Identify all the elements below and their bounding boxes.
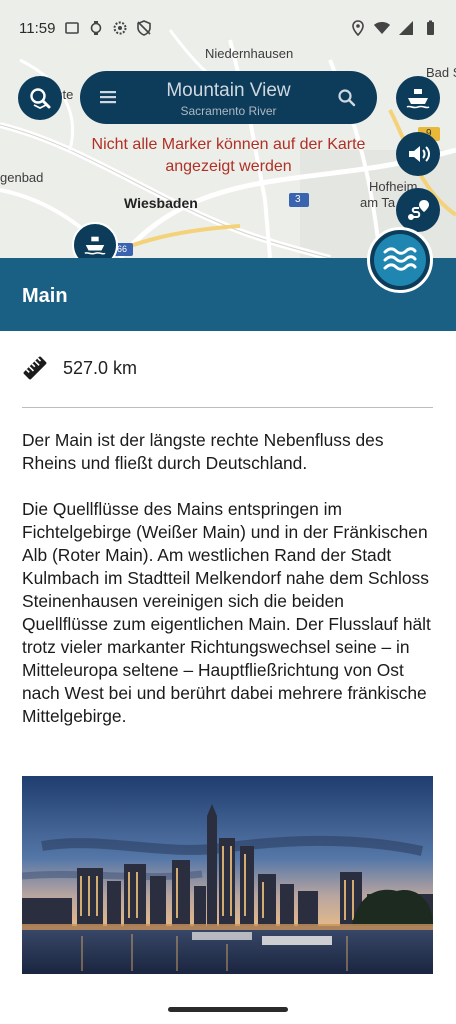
- volume-icon: [409, 146, 430, 162]
- location-icon: [352, 20, 364, 36]
- status-notification-icons: [64, 20, 152, 36]
- map-label-am-ta: am Ta: [360, 195, 396, 210]
- water-type-badge: [374, 234, 426, 286]
- description-intro: Der Main ist der längste rechte Nebenflu…: [22, 430, 384, 473]
- shield-off-icon: [137, 20, 151, 36]
- ferry-icon: [406, 89, 430, 109]
- search-subtitle: Sacramento River: [180, 104, 277, 118]
- description-body: Die Quellflüsse des Mains entspringen im…: [22, 499, 431, 726]
- search-bar[interactable]: Mountain View Sacramento River: [80, 71, 377, 124]
- search-title: Mountain View: [166, 80, 291, 101]
- map-label-bad-s: Bad S: [426, 65, 456, 80]
- status-bar: 11:59: [0, 0, 456, 56]
- divider: [22, 407, 433, 408]
- wifi-icon: [374, 22, 390, 34]
- skyline-image: [22, 776, 433, 974]
- battery-icon: [427, 20, 434, 35]
- map-search-icon: [30, 88, 51, 110]
- screenshot-icon: [65, 22, 79, 34]
- map-search-button[interactable]: [18, 76, 62, 120]
- marker-warning-text: Nicht alle Marker können auf der Karte a…: [91, 136, 366, 175]
- signal-icon: [399, 21, 413, 35]
- settings-icon: [113, 21, 127, 35]
- route-button[interactable]: [396, 188, 440, 232]
- road-shield-3: 3: [295, 194, 301, 205]
- search-icon[interactable]: [337, 88, 357, 108]
- river-photo[interactable]: [22, 776, 433, 974]
- gesture-nav-bar[interactable]: [168, 1007, 288, 1012]
- ferry-button[interactable]: [396, 76, 440, 120]
- river-length: 527.0 km: [63, 357, 138, 378]
- map-view[interactable]: Niedernhausen Wiesbaden Hofheim am Ta Ba…: [0, 0, 456, 258]
- watch-icon: [90, 21, 102, 35]
- ferry-marker-icon: [84, 236, 106, 255]
- route-icon: [408, 200, 429, 220]
- sound-button[interactable]: [396, 132, 440, 176]
- status-system-icons: [350, 20, 438, 36]
- ruler-icon: [23, 356, 47, 380]
- length-row: 527.0 km: [22, 355, 137, 381]
- river-title: Main: [22, 285, 68, 307]
- map-label-wiesbaden: Wiesbaden: [124, 195, 198, 211]
- water-type-button[interactable]: [367, 227, 433, 293]
- road-shield-66: 66: [117, 244, 128, 254]
- water-waves-icon: [383, 247, 417, 271]
- map-label-enbad: genbad: [0, 170, 44, 185]
- status-time: 11:59: [19, 20, 56, 37]
